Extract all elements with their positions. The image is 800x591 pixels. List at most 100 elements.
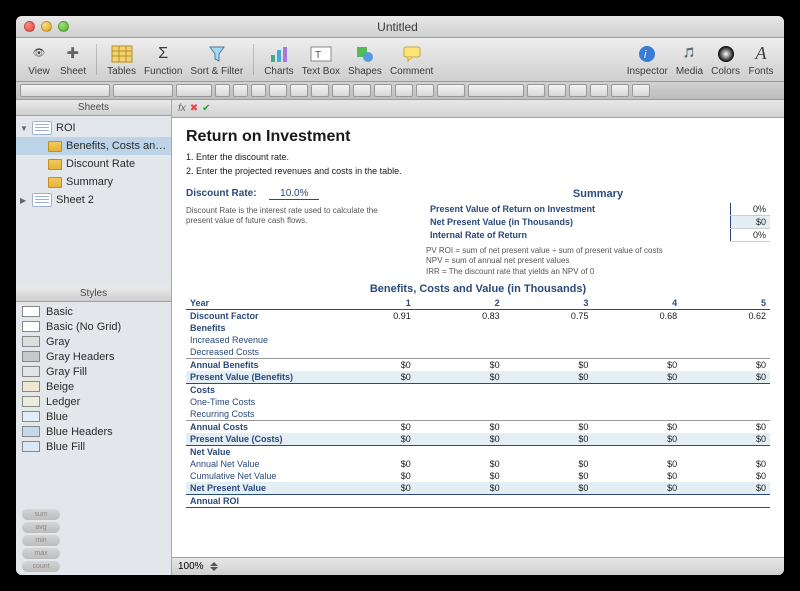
valign-bottom-button[interactable] bbox=[416, 84, 434, 97]
table-row[interactable]: Recurring Costs bbox=[186, 408, 770, 421]
font-family-select[interactable] bbox=[20, 84, 110, 97]
table-row[interactable]: Present Value (Costs)$0$0$0$0$0 bbox=[186, 433, 770, 446]
tables-button[interactable]: Tables bbox=[103, 40, 140, 80]
text-color-button[interactable] bbox=[269, 84, 287, 97]
pill-min[interactable]: min bbox=[22, 535, 60, 546]
titlebar[interactable]: Untitled bbox=[16, 16, 784, 38]
valign-top-button[interactable] bbox=[374, 84, 392, 97]
styles-list: BasicBasic (No Grid)GrayGray HeadersGray… bbox=[16, 302, 171, 506]
pill-sum[interactable]: sum bbox=[22, 509, 60, 520]
function-button[interactable]: ΣFunction bbox=[140, 40, 186, 80]
fonts-button[interactable]: AFonts bbox=[744, 40, 778, 80]
sheet-2[interactable]: ▶Sheet 2 bbox=[16, 191, 171, 209]
sheet-button[interactable]: ➕Sheet bbox=[56, 40, 90, 80]
pill-max[interactable]: max bbox=[22, 548, 60, 559]
table-row[interactable]: Decreased Costs bbox=[186, 346, 770, 359]
sidebar: Sheets ▼ROI Benefits, Costs an… Discount… bbox=[16, 100, 172, 575]
table-benefits-costs[interactable]: Benefits, Costs an… bbox=[16, 137, 171, 155]
page-title: Return on Investment bbox=[186, 128, 770, 146]
border-color-button[interactable] bbox=[590, 84, 608, 97]
style-blue-headers[interactable]: Blue Headers bbox=[16, 424, 171, 439]
style-swatch-icon bbox=[22, 381, 40, 392]
accept-formula-icon[interactable]: ✔ bbox=[202, 103, 210, 114]
colors-button[interactable]: Colors bbox=[707, 40, 744, 80]
style-blue-fill[interactable]: Blue Fill bbox=[16, 439, 171, 454]
style-gray-fill[interactable]: Gray Fill bbox=[16, 364, 171, 379]
table-row[interactable]: Annual Benefits$0$0$0$0$0 bbox=[186, 359, 770, 372]
italic-button[interactable] bbox=[233, 84, 248, 97]
main-table[interactable]: Year12345Discount Factor0.910.830.750.68… bbox=[186, 297, 770, 508]
document-canvas[interactable]: Return on Investment 1. Enter the discou… bbox=[172, 118, 784, 557]
table-row[interactable]: Increased Revenue bbox=[186, 334, 770, 346]
style-swatch-icon bbox=[22, 306, 40, 317]
textbox-button[interactable]: TText Box bbox=[298, 40, 344, 80]
disclosure-triangle-icon[interactable]: ▶ bbox=[20, 196, 28, 205]
table-discount-rate[interactable]: Discount Rate bbox=[16, 155, 171, 173]
disclosure-triangle-icon[interactable]: ▼ bbox=[20, 124, 28, 133]
comment-button[interactable]: Comment bbox=[386, 40, 437, 80]
style-basic-no-grid-[interactable]: Basic (No Grid) bbox=[16, 319, 171, 334]
shapes-button[interactable]: Shapes bbox=[344, 40, 386, 80]
align-left-button[interactable] bbox=[290, 84, 308, 97]
table-row[interactable]: One-Time Costs bbox=[186, 396, 770, 408]
align-right-button[interactable] bbox=[332, 84, 350, 97]
font-size-select[interactable] bbox=[176, 84, 212, 97]
svg-text:T: T bbox=[315, 50, 321, 61]
font-style-select[interactable] bbox=[113, 84, 173, 97]
media-button[interactable]: 🎵Media bbox=[672, 40, 707, 80]
bold-button[interactable] bbox=[215, 84, 230, 97]
valign-middle-button[interactable] bbox=[395, 84, 413, 97]
sort-filter-button[interactable]: Sort & Filter bbox=[186, 40, 247, 80]
table-row[interactable]: Cumulative Net Value$0$0$0$0$0 bbox=[186, 470, 770, 482]
border-style-button[interactable] bbox=[569, 84, 587, 97]
front-button[interactable] bbox=[611, 84, 629, 97]
table-row[interactable]: Annual Costs$0$0$0$0$0 bbox=[186, 421, 770, 434]
style-basic[interactable]: Basic bbox=[16, 304, 171, 319]
style-blue[interactable]: Blue bbox=[16, 409, 171, 424]
table-row[interactable]: Net Value bbox=[186, 446, 770, 459]
zoom-icon[interactable] bbox=[58, 21, 69, 32]
sheet-icon bbox=[32, 193, 52, 207]
number-format-select[interactable] bbox=[468, 84, 524, 97]
table-summary[interactable]: Summary bbox=[16, 173, 171, 191]
style-ledger[interactable]: Ledger bbox=[16, 394, 171, 409]
inspector-button[interactable]: iInspector bbox=[623, 40, 672, 80]
sheet-roi[interactable]: ▼ROI bbox=[16, 119, 171, 137]
sheet-icon bbox=[32, 121, 52, 135]
wrap-button[interactable] bbox=[437, 84, 465, 97]
discount-rate-value[interactable]: 10.0% bbox=[269, 188, 319, 200]
close-icon[interactable] bbox=[24, 21, 35, 32]
format-bar bbox=[16, 82, 784, 100]
formula-bar[interactable]: fx ✖ ✔ bbox=[172, 100, 784, 118]
view-button[interactable]: 👁View bbox=[22, 40, 56, 80]
table-row[interactable]: Present Value (Benefits)$0$0$0$0$0 bbox=[186, 371, 770, 384]
table-row[interactable]: Discount Factor0.910.830.750.680.62 bbox=[186, 310, 770, 323]
table-row[interactable]: Costs bbox=[186, 384, 770, 397]
sheets-list: ▼ROI Benefits, Costs an… Discount Rate S… bbox=[16, 116, 171, 286]
style-beige[interactable]: Beige bbox=[16, 379, 171, 394]
style-gray[interactable]: Gray bbox=[16, 334, 171, 349]
discount-rate-block: Discount Rate: 10.0% Discount Rate is th… bbox=[186, 188, 406, 277]
pill-count[interactable]: count bbox=[22, 561, 60, 572]
align-center-button[interactable] bbox=[311, 84, 329, 97]
zoom-value[interactable]: 100% bbox=[178, 561, 204, 572]
table-row[interactable]: Net Present Value$0$0$0$0$0 bbox=[186, 482, 770, 495]
window-title: Untitled bbox=[69, 20, 726, 34]
pill-avg[interactable]: avg bbox=[22, 522, 60, 533]
charts-button[interactable]: Charts bbox=[260, 40, 297, 80]
fill-color-button[interactable] bbox=[527, 84, 545, 97]
back-button[interactable] bbox=[632, 84, 650, 97]
minimize-icon[interactable] bbox=[41, 21, 52, 32]
formula-pills: sum avg min max count bbox=[16, 506, 171, 575]
table-row[interactable]: Benefits bbox=[186, 322, 770, 334]
style-gray-headers[interactable]: Gray Headers bbox=[16, 349, 171, 364]
border-button[interactable] bbox=[548, 84, 566, 97]
table-row[interactable]: Annual Net Value$0$0$0$0$0 bbox=[186, 458, 770, 470]
zoom-stepper[interactable] bbox=[210, 561, 221, 572]
underline-button[interactable] bbox=[251, 84, 266, 97]
cancel-formula-icon[interactable]: ✖ bbox=[190, 103, 198, 114]
align-justify-button[interactable] bbox=[353, 84, 371, 97]
table-icon bbox=[48, 177, 62, 188]
table-icon bbox=[48, 141, 62, 152]
table-row[interactable]: Annual ROI bbox=[186, 495, 770, 508]
